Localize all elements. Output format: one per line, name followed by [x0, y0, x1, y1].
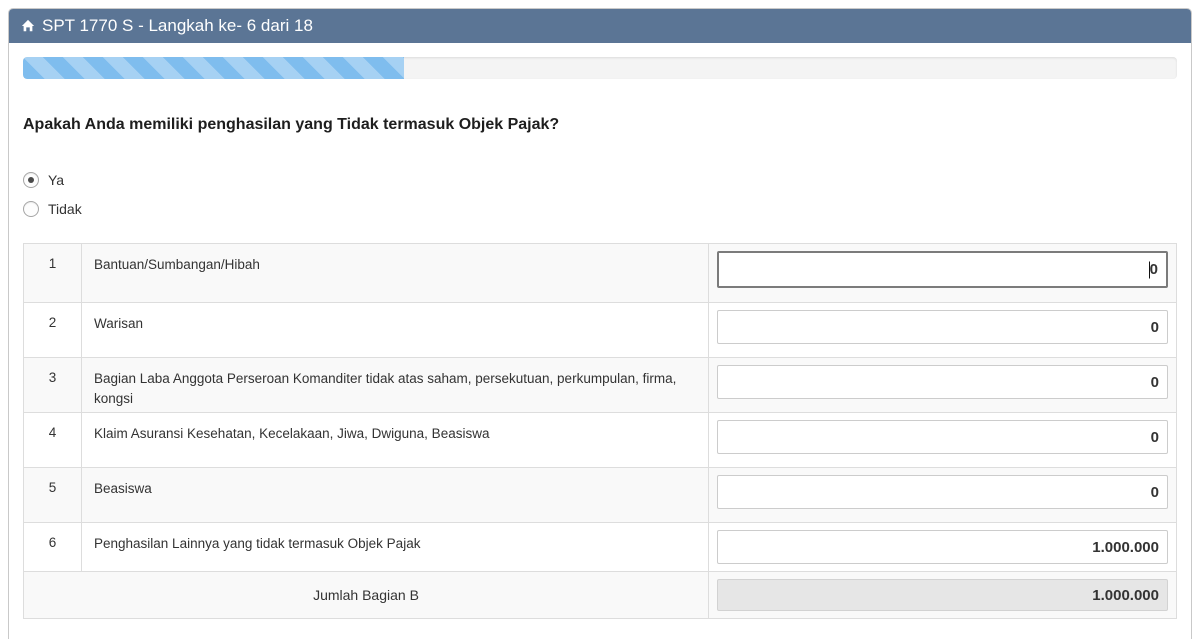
table-row: 6 Penghasilan Lainnya yang tidak termasu…	[24, 523, 1177, 572]
radio-button-icon[interactable]	[23, 172, 39, 188]
amount-input-3[interactable]	[717, 365, 1168, 399]
row-number: 1	[24, 244, 82, 303]
radio-option-tidak[interactable]: Tidak	[23, 194, 1177, 223]
question-text: Apakah Anda memiliki penghasilan yang Ti…	[23, 116, 1177, 134]
home-icon	[21, 19, 35, 33]
table-row: 5 Beasiswa	[24, 468, 1177, 523]
amount-input-1[interactable]	[717, 251, 1168, 288]
row-number: 3	[24, 358, 82, 413]
page-title: SPT 1770 S - Langkah ke- 6 dari 18	[42, 16, 313, 36]
row-number: 2	[24, 303, 82, 358]
amount-input-5[interactable]	[717, 475, 1168, 509]
amount-input-6[interactable]	[717, 530, 1168, 564]
radio-option-ya[interactable]: Ya	[23, 165, 1177, 194]
row-label: Bagian Laba Anggota Perseroan Komanditer…	[82, 358, 709, 413]
amount-input-4[interactable]	[717, 420, 1168, 454]
row-label: Warisan	[82, 303, 709, 358]
row-label: Beasiswa	[82, 468, 709, 523]
wizard-panel: SPT 1770 S - Langkah ke- 6 dari 18 Apaka…	[8, 8, 1192, 639]
panel-header: SPT 1770 S - Langkah ke- 6 dari 18	[9, 9, 1191, 43]
progress-bar	[23, 57, 1177, 79]
row-label: Penghasilan Lainnya yang tidak termasuk …	[82, 523, 709, 572]
row-number: 4	[24, 413, 82, 468]
radio-label[interactable]: Tidak	[48, 201, 82, 217]
table-row: 1 Bantuan/Sumbangan/Hibah	[24, 244, 1177, 303]
total-amount-field	[717, 579, 1168, 611]
row-label: Bantuan/Sumbangan/Hibah	[82, 244, 709, 303]
radio-button-icon[interactable]	[23, 201, 39, 217]
row-number: 5	[24, 468, 82, 523]
radio-label[interactable]: Ya	[48, 172, 64, 188]
radio-group: Ya Tidak	[23, 165, 1177, 223]
text-cursor	[1149, 261, 1151, 278]
panel-body: Apakah Anda memiliki penghasilan yang Ti…	[9, 43, 1191, 633]
progress-fill	[23, 57, 404, 79]
income-table: 1 Bantuan/Sumbangan/Hibah 2 Warisan	[23, 243, 1177, 619]
amount-input-2[interactable]	[717, 310, 1168, 344]
table-row: 2 Warisan	[24, 303, 1177, 358]
row-number: 6	[24, 523, 82, 572]
total-label: Jumlah Bagian B	[24, 572, 709, 619]
table-row: 3 Bagian Laba Anggota Perseroan Komandit…	[24, 358, 1177, 413]
table-footer-row: Jumlah Bagian B	[24, 572, 1177, 619]
table-row: 4 Klaim Asuransi Kesehatan, Kecelakaan, …	[24, 413, 1177, 468]
row-label: Klaim Asuransi Kesehatan, Kecelakaan, Ji…	[82, 413, 709, 468]
